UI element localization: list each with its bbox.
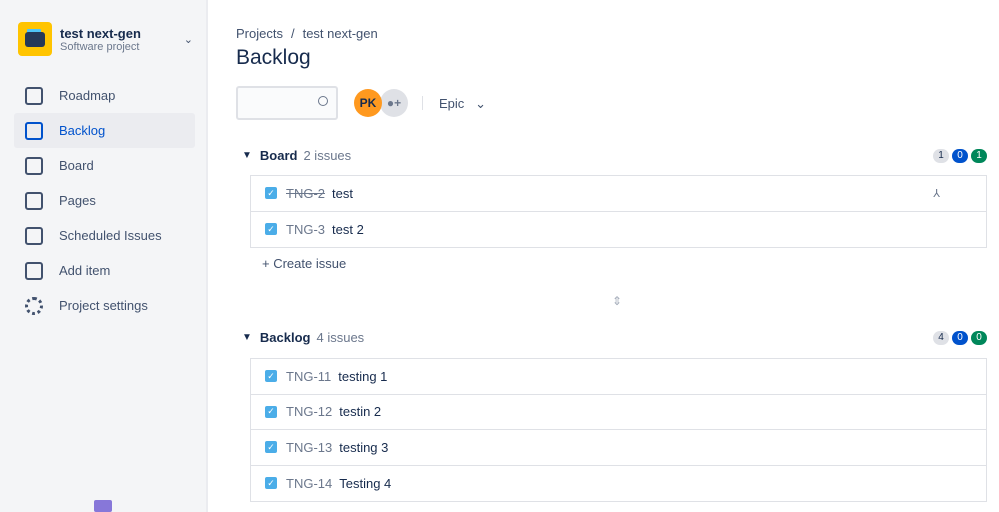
breadcrumb-project[interactable]: test next-gen: [303, 26, 378, 41]
sidebar-item-add-item[interactable]: Add item: [14, 253, 195, 288]
issue-count: 4 issues: [316, 330, 365, 345]
story-icon: ✓: [265, 223, 277, 236]
section-header-board[interactable]: ▼ Board 2 issues 1 0 1: [242, 148, 987, 163]
chevron-down-icon[interactable]: ▼: [242, 332, 252, 343]
story-icon: ✓: [265, 370, 277, 383]
gear-icon: [25, 296, 43, 315]
issue-summary: test: [332, 185, 353, 201]
section-name: Backlog: [259, 330, 311, 345]
issue-row[interactable]: ✓ TNG-3 test 2: [251, 212, 986, 248]
issue-summary: testin 2: [339, 404, 382, 420]
chevron-down-icon: ⌄: [467, 96, 487, 111]
add-people-icon[interactable]: ●+: [380, 89, 408, 117]
story-icon: ✓: [265, 477, 277, 490]
breadcrumb-projects[interactable]: Projects: [236, 26, 283, 41]
issue-key[interactable]: TNG-12: [286, 404, 332, 419]
issue-row[interactable]: ✓ TNG-12 testin 2: [251, 395, 986, 430]
issue-key[interactable]: TNG-2: [286, 186, 325, 201]
issue-row[interactable]: ✓ TNG-14 Testing 4: [251, 466, 986, 502]
issue-key[interactable]: TNG-14: [286, 476, 332, 491]
hierarchy-icon: ⅄: [933, 187, 940, 200]
sidebar-item-pages[interactable]: Pages: [14, 183, 195, 218]
issue-count: 2 issues: [303, 148, 352, 163]
issue-summary: testing 1: [338, 368, 388, 384]
calendar-clock-icon: [25, 226, 43, 245]
issue-row[interactable]: ✓ TNG-2 test ⅄: [251, 176, 986, 212]
sidebar-item-scheduled-issues[interactable]: Scheduled Issues: [14, 218, 195, 253]
drag-handle-icon[interactable]: ⇕: [612, 294, 622, 308]
sidebar-item-roadmap[interactable]: Roadmap: [14, 78, 195, 113]
todo-badge: 4: [933, 330, 949, 345]
backlog-icon: [25, 121, 43, 140]
search-input[interactable]: [236, 86, 338, 120]
todo-badge: 1: [933, 148, 949, 163]
sidebar-item-project-settings[interactable]: Project settings: [14, 288, 195, 323]
issue-row[interactable]: ✓ TNG-13 testing 3: [251, 430, 986, 466]
section-name: Board: [259, 148, 298, 163]
divider: [422, 96, 423, 110]
done-badge: 0: [971, 330, 987, 345]
page-icon: [25, 191, 43, 210]
epic-filter[interactable]: Epic ⌄: [439, 96, 486, 112]
feedback-icon[interactable]: [94, 500, 112, 512]
story-icon: ✓: [265, 187, 277, 200]
issue-key[interactable]: TNG-13: [286, 440, 332, 455]
issue-key[interactable]: TNG-11: [286, 369, 331, 384]
sidebar-item-backlog[interactable]: Backlog: [14, 113, 195, 148]
in-progress-badge: 0: [952, 330, 968, 345]
issue-key[interactable]: TNG-3: [286, 222, 325, 237]
sidebar: test next-gen Software project ⌄ Roadmap…: [0, 0, 208, 512]
breadcrumb: Projects / test next-gen: [236, 26, 386, 41]
create-issue-button[interactable]: + Create issue: [262, 256, 346, 271]
breadcrumb-separator: /: [290, 26, 295, 41]
issue-list-backlog: ✓ TNG-11 testing 1 ✓ TNG-12 testin 2 ✓ TNG-13…: [250, 358, 987, 502]
avatar[interactable]: PK: [354, 89, 382, 117]
sidebar-item-label: Project settings: [59, 298, 148, 313]
project-name: test next-gen: [60, 25, 141, 41]
roadmap-icon: [25, 86, 43, 105]
chevron-down-icon[interactable]: ▼: [242, 150, 252, 161]
in-progress-badge: 0: [952, 148, 968, 163]
sidebar-item-board[interactable]: Board: [14, 148, 195, 183]
sidebar-item-label: Scheduled Issues: [59, 228, 162, 243]
sidebar-item-label: Board: [59, 158, 94, 173]
issue-summary: test 2: [332, 221, 364, 237]
board-icon: [25, 156, 43, 175]
chevron-down-icon[interactable]: ⌄: [184, 33, 193, 46]
issue-list-board: ✓ TNG-2 test ⅄ ✓ TNG-3 test 2: [250, 175, 987, 248]
sidebar-item-label: Pages: [59, 193, 96, 208]
done-badge: 1: [971, 148, 987, 163]
page-title: Backlog: [236, 46, 311, 69]
issue-summary: Testing 4: [339, 475, 392, 491]
issue-row[interactable]: ✓ TNG-11 testing 1: [251, 359, 986, 395]
issue-summary: testing 3: [339, 439, 389, 455]
section-header-backlog[interactable]: ▼ Backlog 4 issues 4 0 0: [242, 330, 987, 345]
project-type: Software project: [60, 40, 140, 53]
sidebar-item-label: Add item: [59, 263, 111, 278]
search-icon: [318, 96, 328, 106]
story-icon: ✓: [265, 441, 277, 454]
project-switcher[interactable]: test next-gen Software project ⌄: [18, 22, 193, 56]
sidebar-item-label: Backlog: [59, 123, 106, 138]
sidebar-item-label: Roadmap: [59, 88, 116, 103]
story-icon: ✓: [265, 405, 277, 418]
add-item-icon: [25, 261, 43, 280]
project-avatar-icon: [18, 22, 52, 56]
epic-label: Epic: [439, 96, 465, 111]
